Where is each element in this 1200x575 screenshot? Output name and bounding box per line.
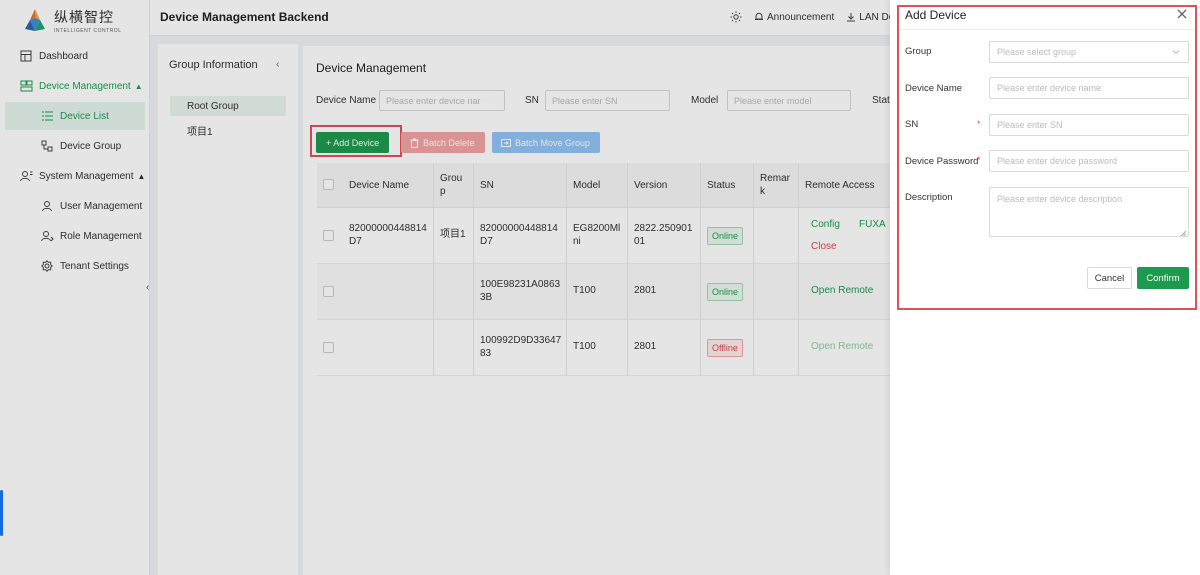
group-select[interactable]: Please select group [989,41,1189,63]
group-select-placeholder: Please select group [997,47,1077,57]
resize-grip-icon[interactable] [1180,228,1187,237]
drawer-title: Add Device [905,8,967,22]
device-name-input[interactable]: Please enter device name [989,77,1189,99]
group-label: Group [905,46,932,57]
close-icon[interactable] [1175,7,1189,21]
chevron-down-icon [1172,48,1180,58]
confirm-button[interactable]: Confirm [1137,267,1189,289]
sn-label: SN [905,119,919,130]
device-password-input[interactable]: Please enter device password [989,150,1189,172]
modal-backdrop[interactable] [0,0,890,575]
required-mark: * [977,119,981,129]
drawer-divider [899,29,1195,30]
description-textarea[interactable]: Please enter device description [989,187,1189,237]
description-label: Description [905,192,953,203]
description-placeholder: Please enter device description [997,194,1123,204]
sn-input[interactable]: Please enter SN [989,114,1189,136]
required-mark: * [977,155,981,165]
cancel-button[interactable]: Cancel [1087,267,1132,289]
device-password-label: Device Password [905,156,979,167]
device-name-label: Device Name [905,83,963,94]
